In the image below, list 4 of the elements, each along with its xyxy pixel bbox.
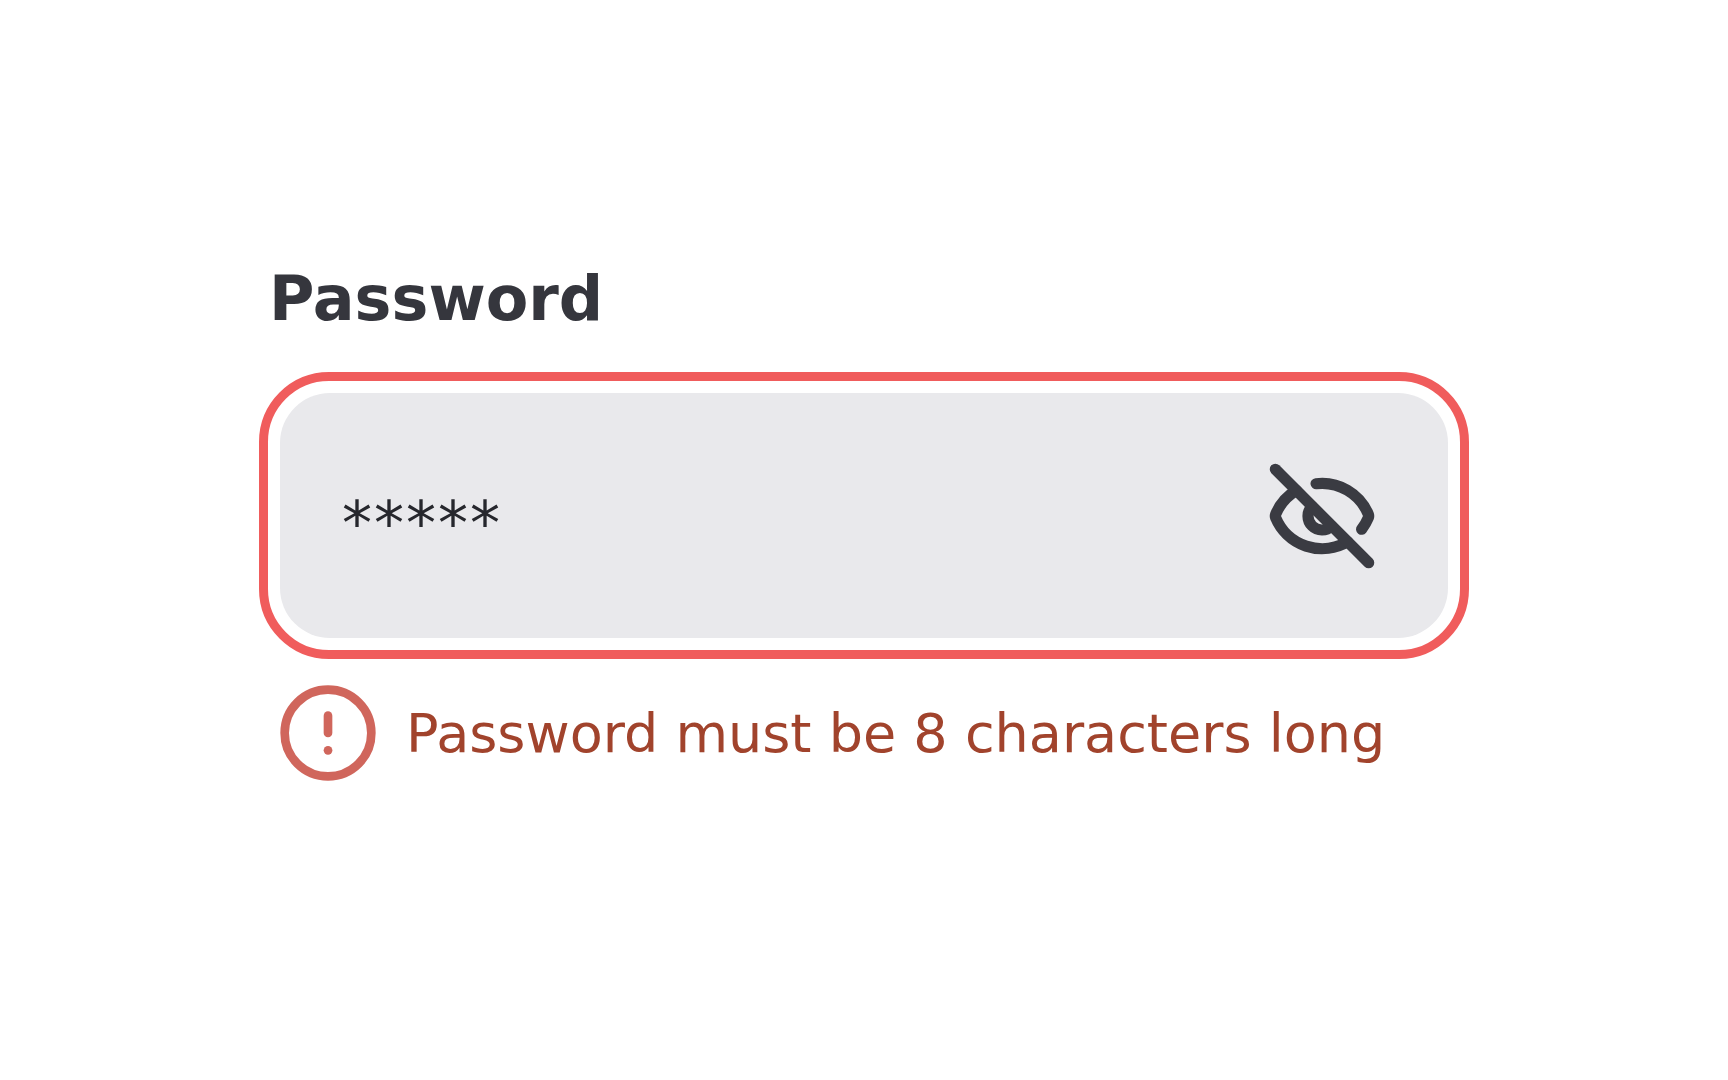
field-label: Password (269, 262, 604, 337)
password-value: ***** (342, 486, 503, 558)
error-message: Password must be 8 characters long (406, 701, 1386, 765)
password-field[interactable]: ***** (259, 372, 1469, 660)
